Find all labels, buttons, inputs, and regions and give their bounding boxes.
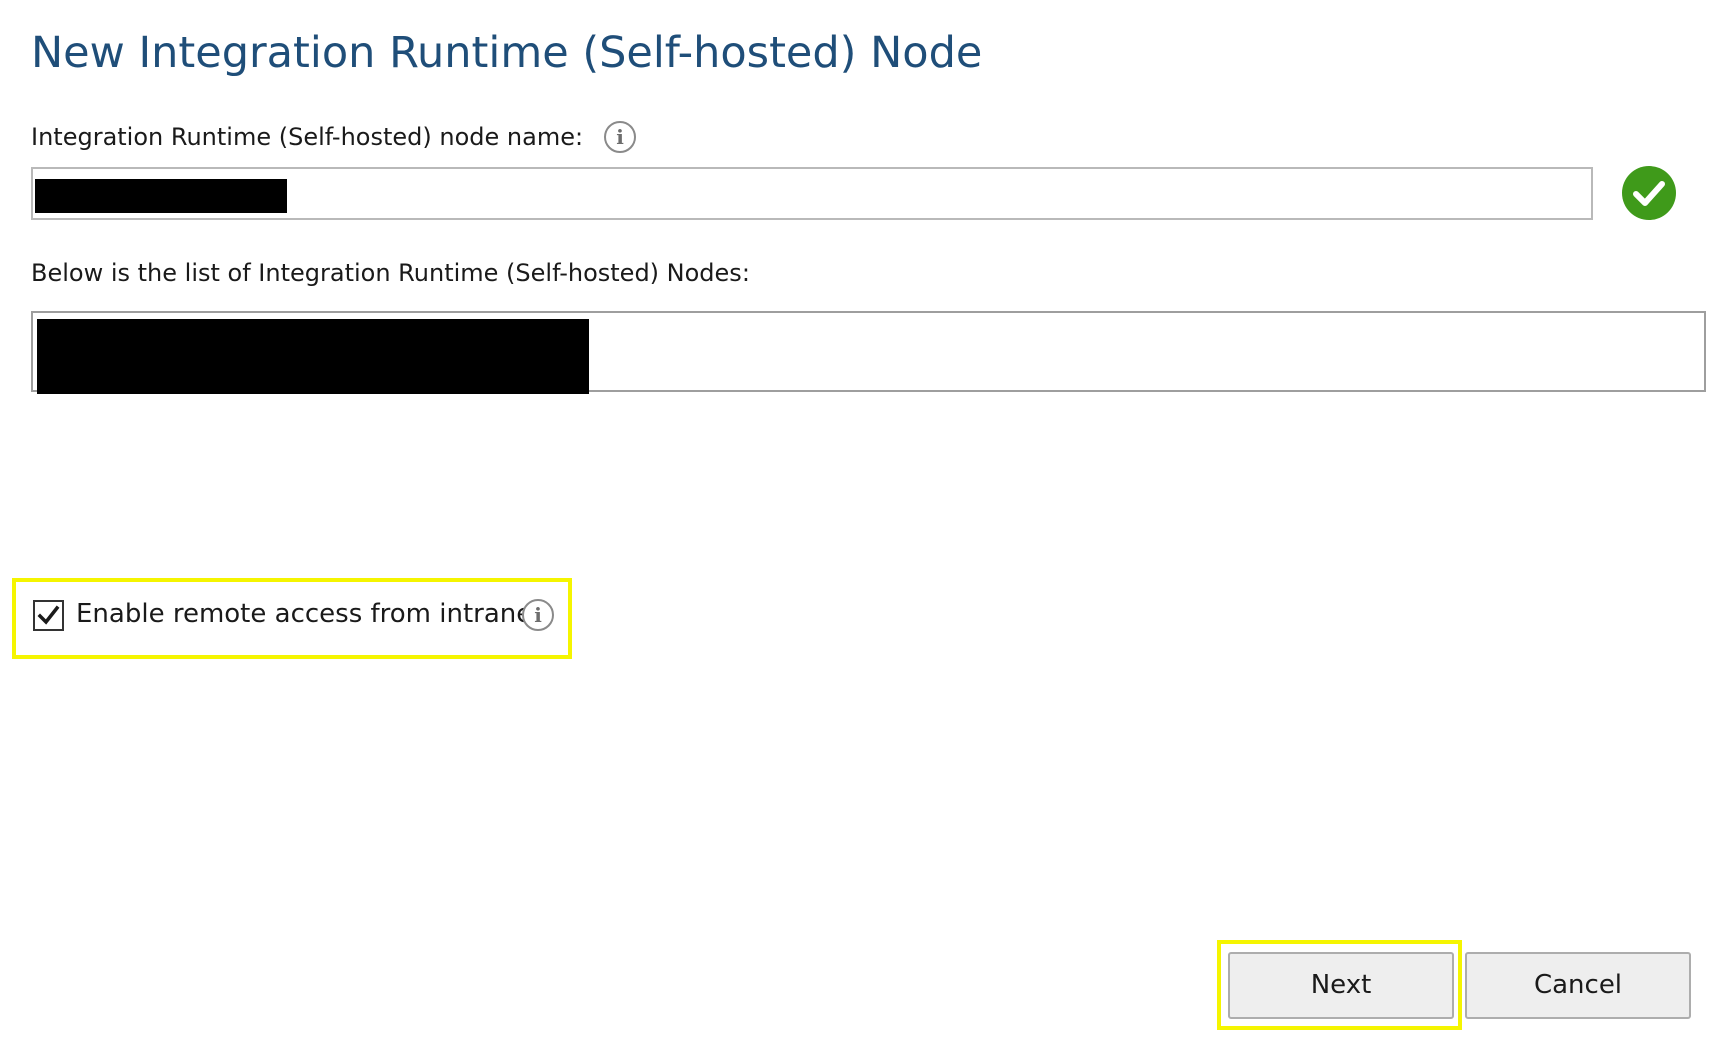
redacted-node-list-item [37,319,589,394]
cancel-button[interactable]: Cancel [1465,952,1691,1019]
next-button[interactable]: Next [1228,952,1454,1019]
nodes-list-label: Below is the list of Integration Runtime… [31,259,750,287]
nodes-list[interactable] [31,311,1706,394]
node-name-label: Integration Runtime (Self-hosted) node n… [31,123,584,151]
info-icon[interactable]: i [604,121,636,153]
checkmark-icon [37,605,60,625]
remote-access-label[interactable]: Enable remote access from intranet [76,599,542,629]
redacted-node-name [35,179,287,213]
page-title: New Integration Runtime (Self-hosted) No… [31,28,983,78]
green-checkmark-icon [1622,166,1676,220]
info-icon[interactable]: i [522,599,554,631]
remote-access-checkbox[interactable] [33,600,64,631]
new-integration-runtime-node-dialog: New Integration Runtime (Self-hosted) No… [0,0,1715,1054]
node-name-input[interactable] [31,167,1593,220]
